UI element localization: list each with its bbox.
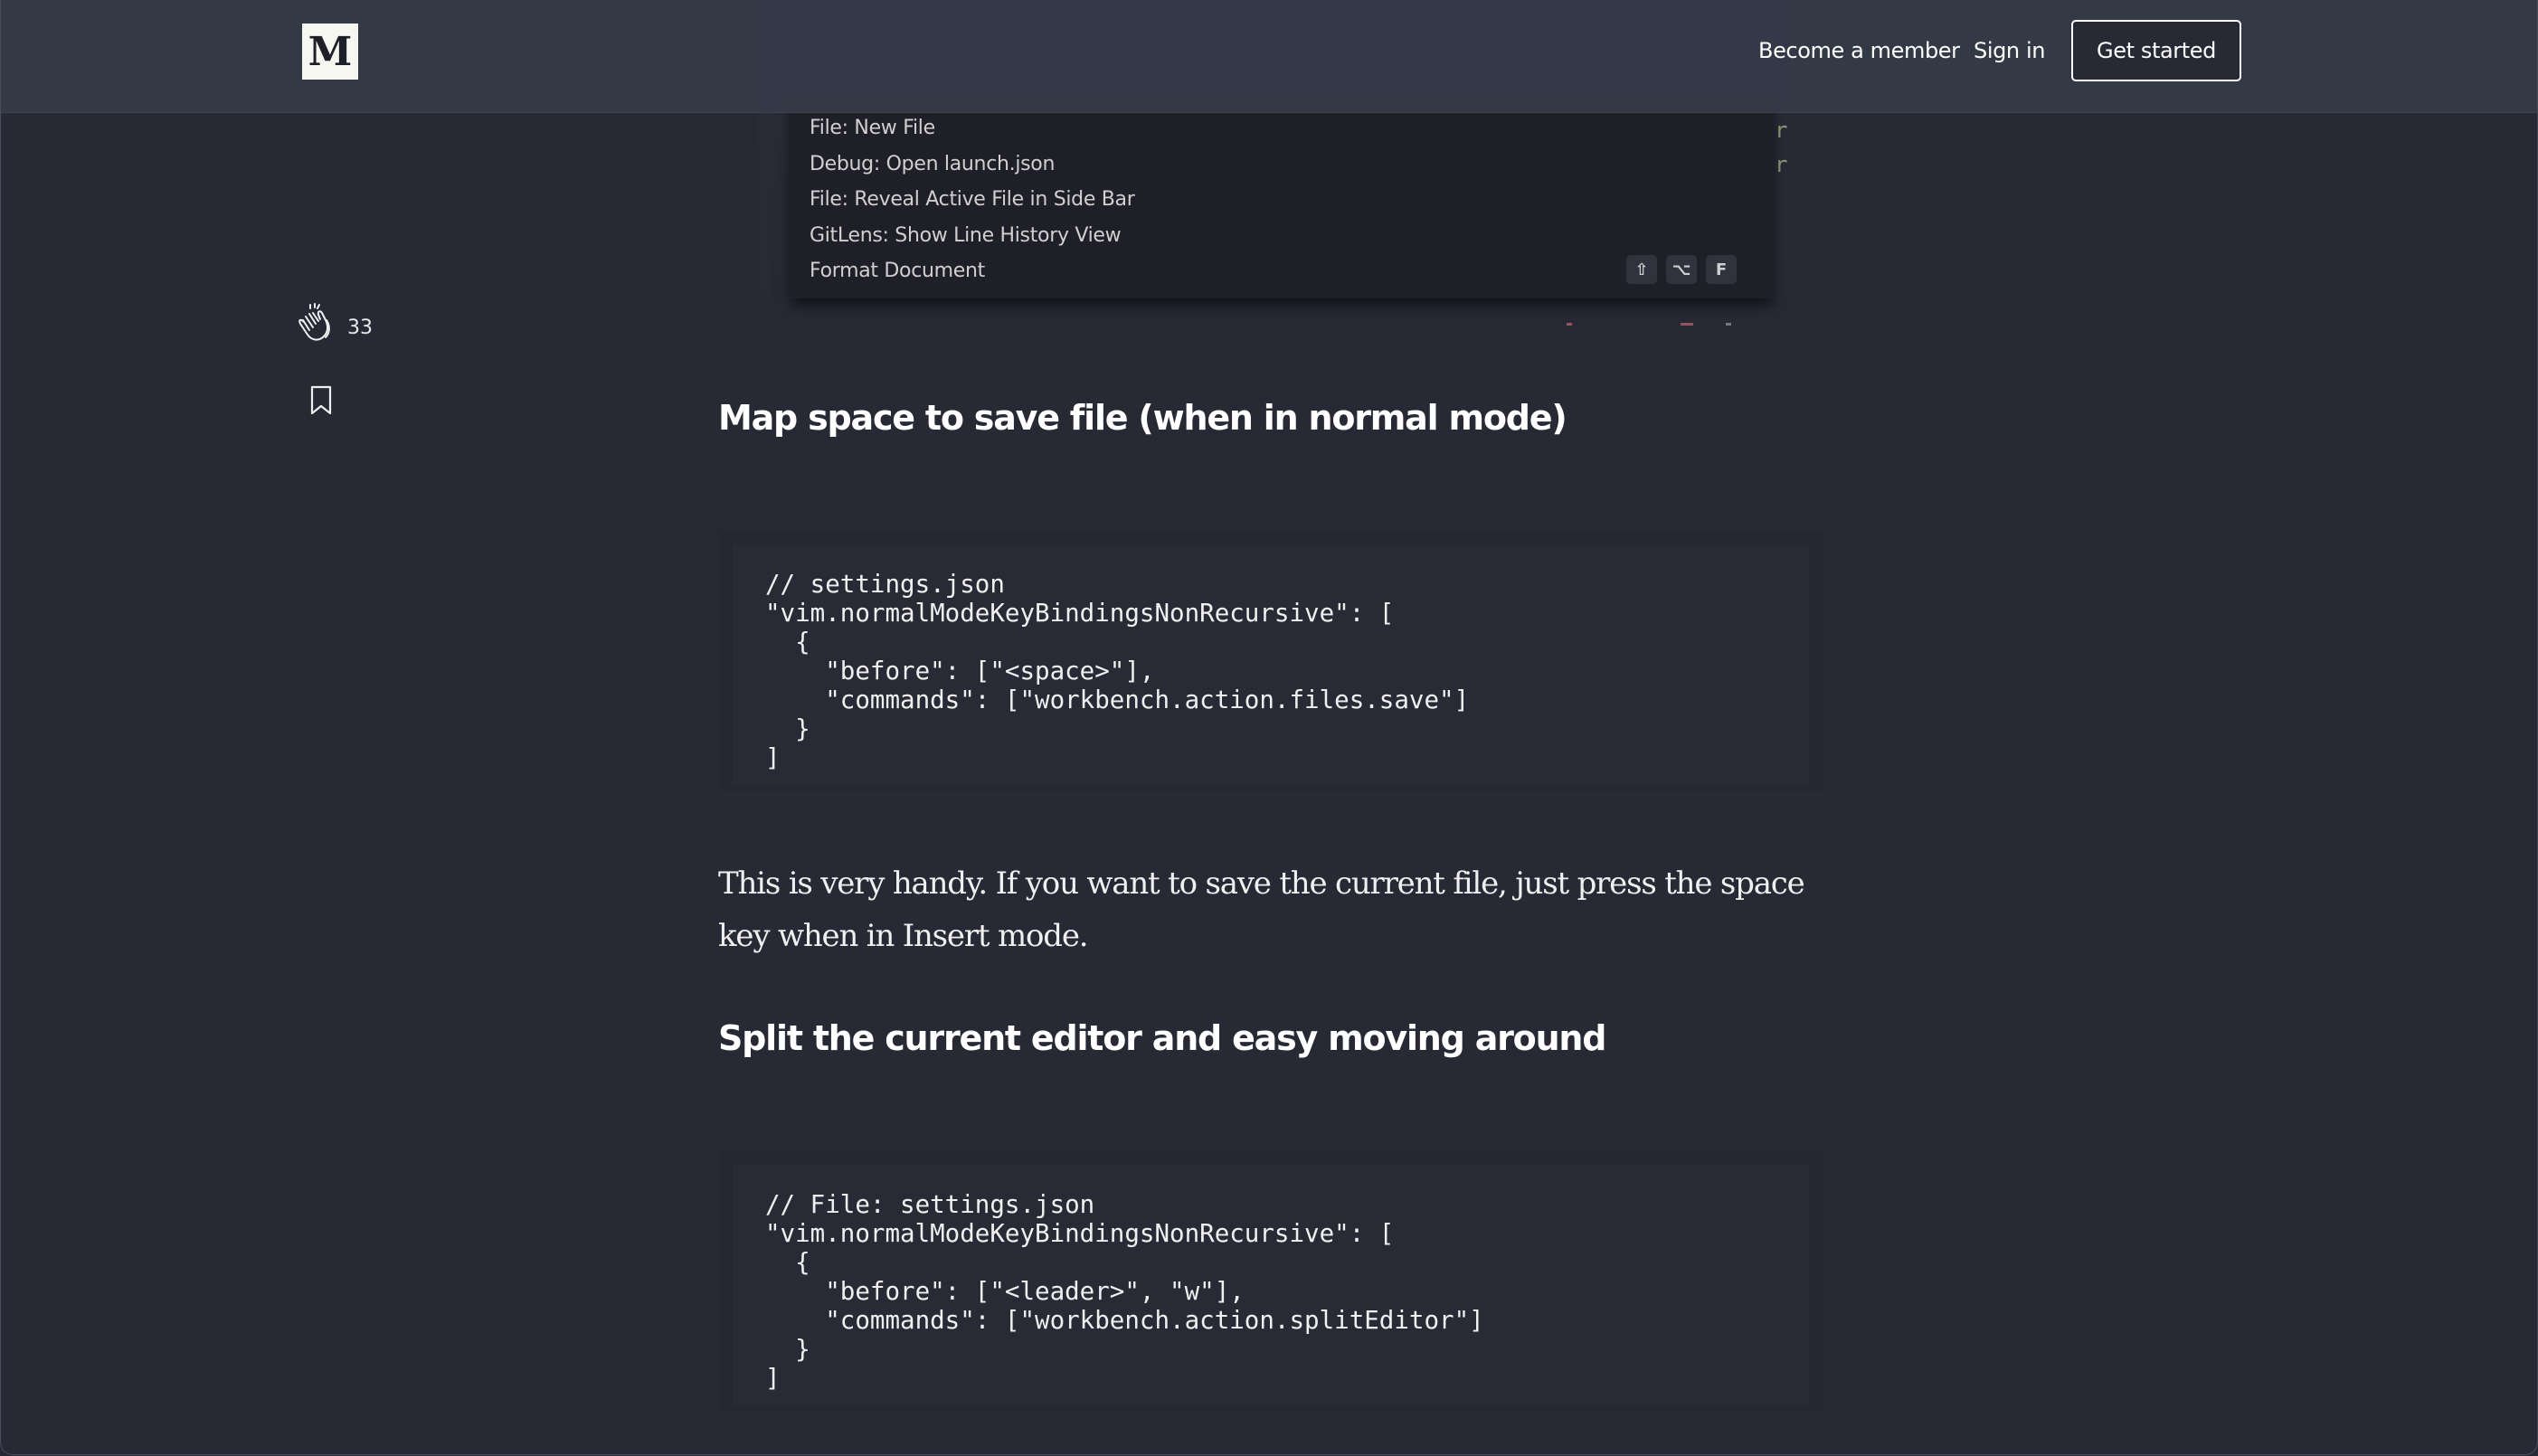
command-palette-item: Debug: Open launch.json [810,153,1056,175]
become-member-link[interactable]: Become a member [1758,33,1960,69]
figure-editor-token [1567,323,1572,326]
top-nav-bar: M Become a member Sign in Get started [0,0,2538,113]
command-palette-item: File: Reveal Active File in Side Bar [810,188,1135,211]
clap-icon[interactable] [295,302,335,344]
figure-editor-text-fragment: r [1775,118,1788,143]
command-palette-item: Format Document [810,260,985,282]
clap-count: 33 [347,317,373,339]
code-block: // File: settings.json "vim.normalModeKe… [718,1150,1823,1411]
f-key: F [1706,255,1737,284]
code-block-content: // File: settings.json "vim.normalModeKe… [733,1165,1809,1405]
figure-editor-token [1726,323,1731,326]
medium-logo[interactable]: M [302,24,358,80]
command-palette-item: File: New File [810,117,935,139]
figure-editor-token [1681,323,1693,326]
figure-editor-text-fragment: r [1775,152,1788,177]
command-palette-item: GitLens: Show Line History View [810,224,1122,247]
command-palette: File: New File Debug: Open launch.json F… [791,99,1773,298]
option-key-icon: ⌥ [1666,255,1697,284]
code-block: // settings.json "vim.normalModeKeyBindi… [718,530,1823,790]
section-heading: Map space to save file (when in normal m… [718,398,1567,438]
keyboard-shortcut: ⇧ ⌥ F [1626,255,1737,284]
get-started-button[interactable]: Get started [2071,20,2241,81]
shift-key-icon: ⇧ [1626,255,1657,284]
bookmark-icon[interactable] [309,385,333,416]
sign-in-link[interactable]: Sign in [1974,33,2045,69]
paragraph: This is very handy. If you want to save … [718,865,1805,954]
section-heading: Split the current editor and easy moving… [718,1018,1606,1058]
code-block-content: // settings.json "vim.normalModeKeyBindi… [733,544,1809,785]
